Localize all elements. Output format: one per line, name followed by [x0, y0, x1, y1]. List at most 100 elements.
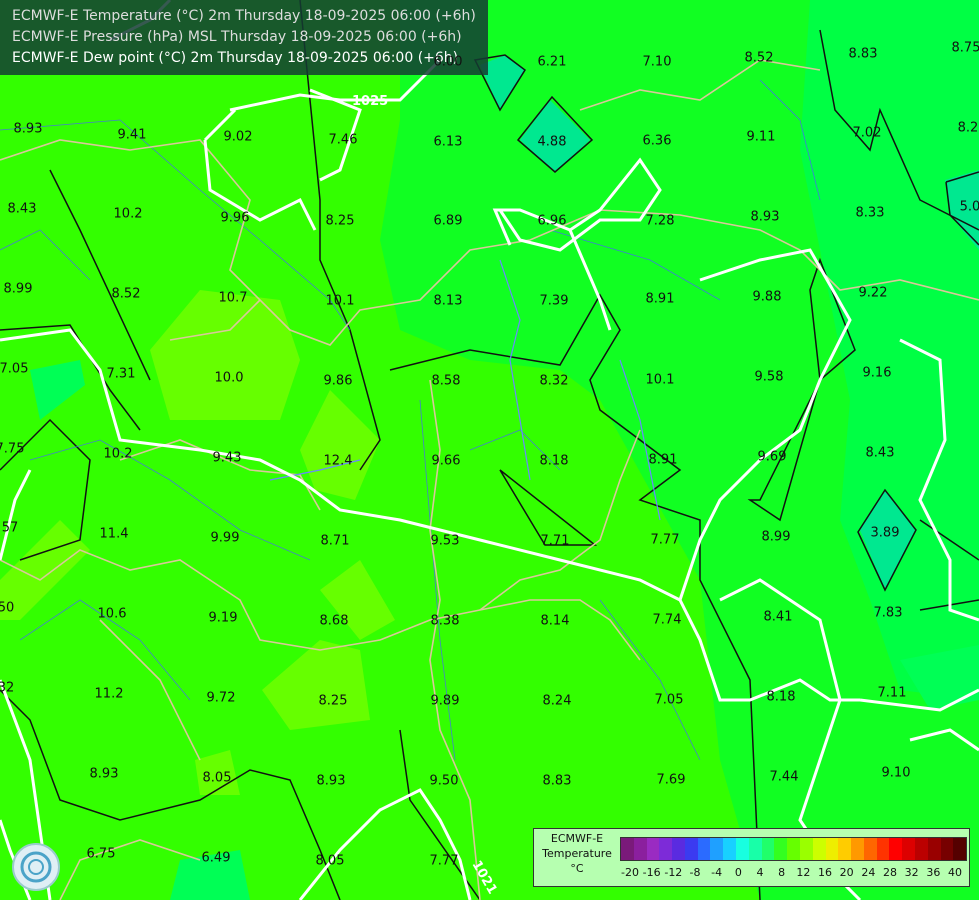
- map-value-label: 10.1: [645, 372, 675, 388]
- colorbar-swatch: [825, 838, 839, 860]
- map-value-label: 3.89: [870, 525, 900, 541]
- map-value-label: 9.43: [212, 450, 242, 466]
- colorbar-swatch: [940, 838, 954, 860]
- map-value-label: 8.38: [430, 613, 460, 629]
- map-value-label: 9.86: [323, 373, 353, 389]
- colorbar-tick-label: 28: [883, 866, 897, 879]
- map-value-label: 9.88: [752, 289, 782, 305]
- map-value-label: 9.66: [431, 453, 461, 469]
- map-value-label: 8.52: [744, 50, 774, 66]
- map-value-label: 10.6: [97, 606, 127, 622]
- colorbar-swatch: [633, 838, 647, 860]
- map-value-label: 7.11: [877, 685, 907, 701]
- colorbar-swatch: [799, 838, 813, 860]
- map-value-label: 8.75: [951, 40, 979, 56]
- colorbar-tick-label: 4: [756, 866, 764, 879]
- colorbar-swatch: [927, 838, 941, 860]
- map-value-label: 8.93: [316, 773, 346, 789]
- map-value-label: 6.49: [201, 850, 231, 866]
- colorbar-swatch: [684, 838, 698, 860]
- title-pressure: ECMWF-E Pressure (hPa) MSL Thursday 18-0…: [12, 29, 462, 45]
- map-value-label: 6.89: [433, 213, 463, 229]
- map-value-label: 8.91: [648, 452, 678, 468]
- colorbar-swatch: [787, 838, 800, 860]
- colorbar-swatch: [953, 838, 967, 860]
- map-value-label: 11.4: [99, 526, 129, 542]
- colorbar-swatch: [812, 838, 826, 860]
- title-dewpoint: ECMWF-E Dew point (°C) 2m Thursday 18-09…: [12, 50, 459, 66]
- colorbar-swatch: [838, 838, 852, 860]
- colorbar-swatch: [914, 838, 928, 860]
- map-value-label: 5.0: [959, 199, 979, 215]
- map-title-box: ECMWF-E Temperature (°C) 2m Thursday 18-…: [0, 0, 488, 75]
- map-value-label: 7.83: [873, 605, 903, 621]
- map-value-label: 8.93: [750, 209, 780, 225]
- map-value-label: 9.99: [210, 530, 240, 546]
- map-value-label: 9.19: [208, 610, 238, 626]
- map-value-label: 9.22: [858, 285, 888, 301]
- map-value-label: 8.32: [539, 373, 569, 389]
- colorbar-swatch: [723, 838, 737, 860]
- map-value-label: 9.69: [757, 449, 787, 465]
- map-value-label: 9.11: [746, 129, 776, 145]
- map-value-label: 6.00: [433, 54, 463, 70]
- colorbar-swatch: [876, 838, 890, 860]
- colorbar-swatch: [748, 838, 762, 860]
- map-value-label: 8.68: [319, 613, 349, 629]
- map-value-label: 8.83: [542, 773, 572, 789]
- map-value-label: 9.41: [117, 127, 147, 143]
- colorbar-tick-label: 36: [926, 866, 941, 879]
- map-value-label: 8.33: [855, 205, 885, 221]
- map-value-label: 8.93: [13, 121, 43, 137]
- colorbar-tick-label: 12: [796, 866, 811, 879]
- map-value-label: 7.75: [0, 441, 25, 457]
- map-value-label: 8.25: [325, 213, 355, 229]
- map-value-label: 6.75: [86, 846, 116, 862]
- map-value-label: 8.13: [433, 293, 463, 309]
- isobar-label: 1025: [352, 94, 389, 109]
- colorbar-swatch: [621, 838, 634, 860]
- map-value-label: 9.16: [862, 365, 892, 381]
- map-value-label: 10.7: [218, 290, 248, 306]
- map-value-label: 10.2: [103, 446, 133, 462]
- map-value-label: 8.99: [761, 529, 791, 545]
- map-value-label: 10.0: [214, 370, 244, 386]
- map-value-label: 6.21: [537, 54, 567, 70]
- map-value-label: 9.89: [430, 693, 460, 709]
- map-value-label: 57: [1, 520, 19, 536]
- colorbar-title-line: Temperature: [542, 847, 612, 860]
- colorbar-swatch: [697, 838, 711, 860]
- map-value-label: 7.77: [429, 853, 459, 869]
- colorbar-swatch: [761, 838, 775, 860]
- map-value-label: 4.88: [537, 134, 567, 150]
- provider-logo: [12, 843, 60, 891]
- colorbar-swatch: [710, 838, 724, 860]
- map-value-label: 50: [0, 600, 15, 616]
- colorbar-tick-label: 0: [734, 866, 742, 879]
- colorbar-tick-label: -4: [711, 866, 723, 879]
- map-value-label: 8.91: [645, 291, 675, 307]
- colorbar-swatch: [736, 838, 749, 860]
- colorbar-swatch: [889, 838, 903, 860]
- map-value-label: 9.02: [223, 129, 253, 145]
- map-value-label: 8.58: [431, 373, 461, 389]
- map-value-label: 8.93: [89, 766, 119, 782]
- map-value-label: 7.74: [652, 612, 682, 628]
- colorbar-swatch: [672, 838, 685, 860]
- map-value-label: 8.71: [320, 533, 350, 549]
- map-value-label: 7.28: [645, 213, 675, 229]
- map-value-label: 8.25: [318, 693, 348, 709]
- map-value-label: 7.77: [650, 532, 680, 548]
- colorbar-swatch: [659, 838, 673, 860]
- map-value-label: 8.83: [848, 46, 878, 62]
- map-value-label: 6.13: [433, 134, 463, 150]
- map-value-label: 7.46: [328, 132, 358, 148]
- colorbar-swatches: [620, 837, 967, 861]
- map-value-label: 10.1: [325, 293, 355, 309]
- map-value-label: 8.24: [542, 693, 572, 709]
- map-value-label: 10.2: [113, 206, 143, 222]
- map-value-label: 7.05: [654, 692, 684, 708]
- colorbar-swatch: [774, 838, 788, 860]
- map-value-label: 8.14: [540, 613, 570, 629]
- map-value-label: 8.41: [763, 609, 793, 625]
